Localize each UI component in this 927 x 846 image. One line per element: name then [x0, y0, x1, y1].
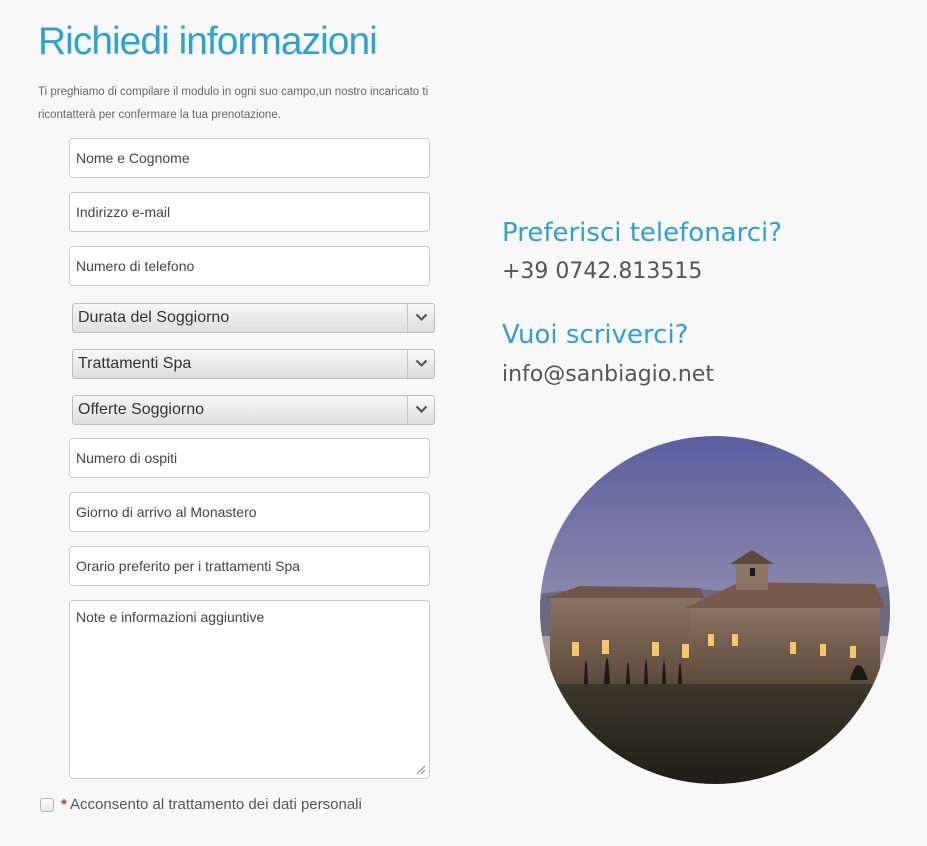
duration-select-value: Durata del Soggiorno: [78, 309, 230, 326]
email-heading: Vuoi scriverci?: [502, 320, 689, 350]
notes-textarea[interactable]: Note e informazioni aggiuntive: [69, 600, 430, 779]
chevron-down-icon: [415, 359, 428, 368]
offers-select[interactable]: Offerte Soggiorno: [72, 395, 435, 425]
duration-select[interactable]: Durata del Soggiorno: [72, 303, 435, 333]
chevron-down-icon: [415, 405, 428, 414]
notes-placeholder: Note e informazioni aggiuntive: [76, 609, 265, 625]
consent-label[interactable]: Acconsento al trattamento dei dati perso…: [70, 796, 362, 813]
resize-grip-icon[interactable]: [415, 764, 426, 775]
phone-heading: Preferisci telefonarci?: [502, 218, 783, 248]
page: Richiedi informazioni Ti preghiamo di co…: [0, 0, 927, 846]
required-marker: *: [61, 796, 67, 813]
email-field[interactable]: [69, 192, 430, 232]
name-field[interactable]: [69, 138, 430, 178]
consent-checkbox[interactable]: [40, 798, 54, 812]
page-title: Richiedi informazioni: [38, 20, 378, 63]
form-intro-text: Ti preghiamo di compilare il modulo in o…: [38, 86, 429, 121]
offers-select-button[interactable]: [407, 396, 434, 424]
monastery-photo: [540, 436, 890, 784]
chevron-down-icon: [415, 313, 428, 322]
guests-field[interactable]: [69, 438, 430, 478]
arrival-date-field[interactable]: [69, 492, 430, 532]
spa-select-button[interactable]: [407, 350, 434, 378]
spa-select[interactable]: Trattamenti Spa: [72, 349, 435, 379]
offers-select-value: Offerte Soggiorno: [78, 401, 205, 418]
phone-number[interactable]: +39 0742.813515: [502, 259, 702, 284]
duration-select-button[interactable]: [407, 304, 434, 332]
phone-field[interactable]: [69, 246, 430, 286]
email-address[interactable]: info@sanbiagio.net: [502, 362, 714, 387]
spa-time-field[interactable]: [69, 546, 430, 586]
spa-select-value: Trattamenti Spa: [78, 355, 192, 372]
